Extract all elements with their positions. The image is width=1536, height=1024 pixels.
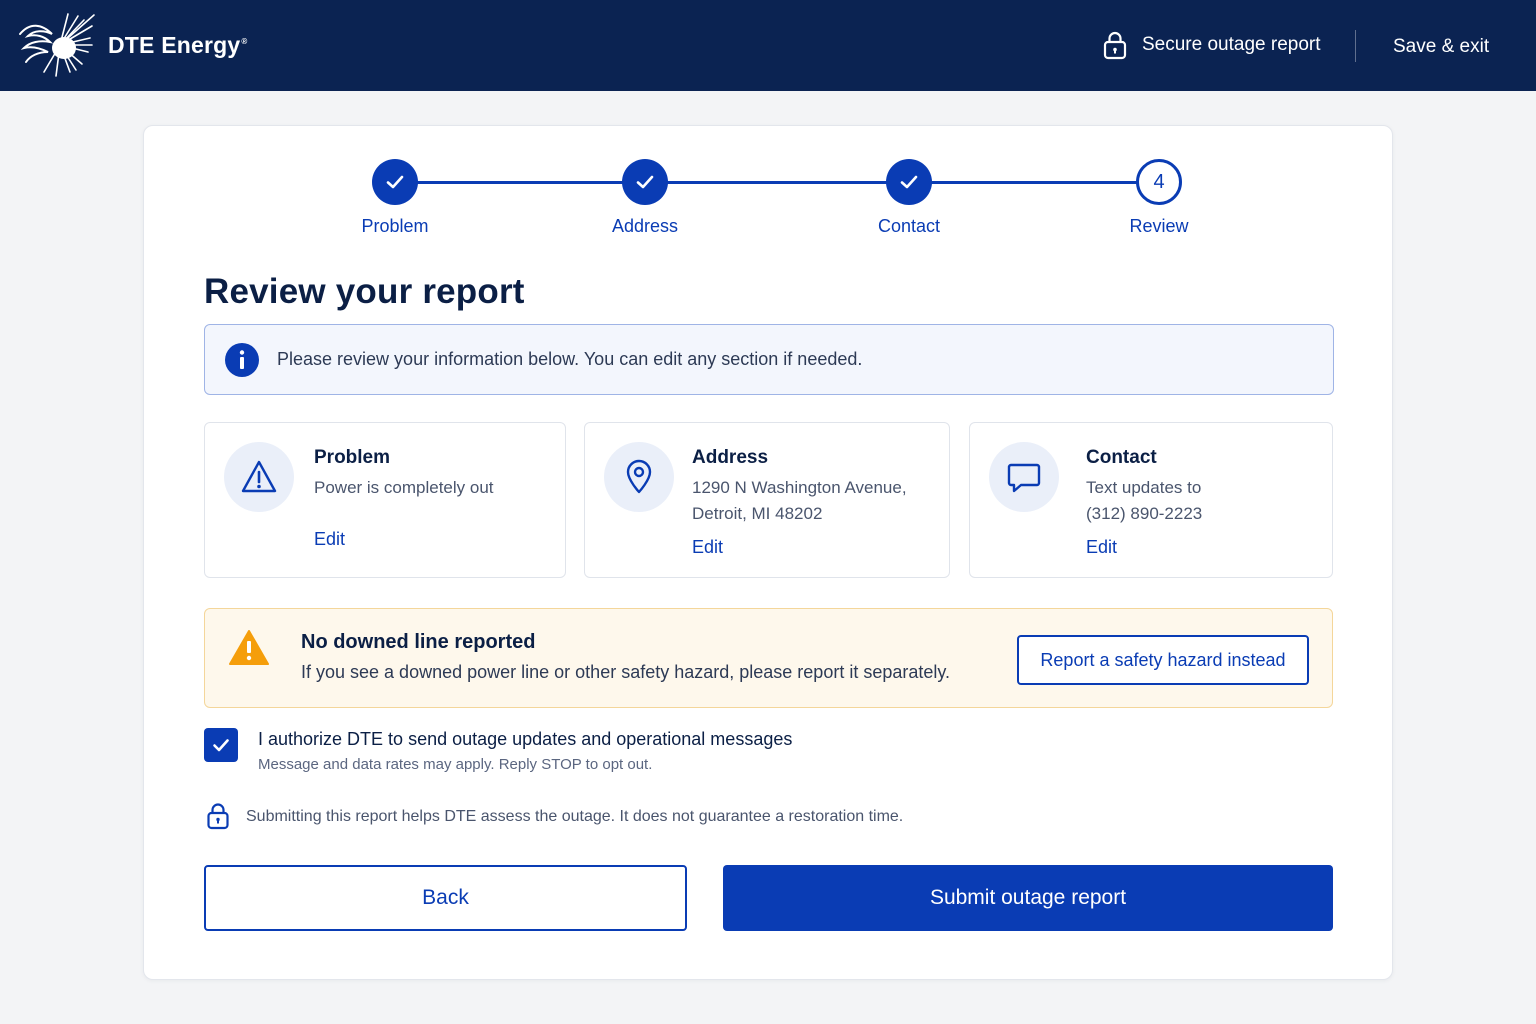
warning-triangle-icon	[241, 460, 277, 493]
tile-icon-badge	[989, 442, 1059, 512]
summary-tile-problem: Problem Power is completely out Edit	[204, 422, 566, 578]
notice-body: If you see a downed power line or other …	[301, 662, 951, 682]
tile-icon-badge	[604, 442, 674, 512]
step-problem-check[interactable]	[372, 159, 418, 205]
disclaimer-text: Submitting this report helps DTE assess …	[246, 808, 904, 825]
info-banner: Please review your information below. Yo…	[204, 324, 1334, 395]
summary-tile-address: Address 1290 N Washington Avenue, Detroi…	[584, 422, 950, 578]
page-title: Review your report	[204, 272, 525, 311]
consent-subtext: Message and data rates may apply. Reply …	[258, 756, 653, 773]
checkmark-icon	[386, 175, 404, 189]
lock-icon	[1103, 31, 1127, 60]
edit-address-link[interactable]: Edit	[692, 537, 723, 558]
step-review-number: 4	[1136, 159, 1182, 205]
step-label-contact[interactable]: Contact	[878, 216, 940, 237]
chat-bubble-icon	[1007, 463, 1041, 493]
step-contact-check[interactable]	[886, 159, 932, 205]
step-connector	[908, 181, 1158, 184]
step-label-problem[interactable]: Problem	[361, 216, 428, 237]
tile-value: 1290 N Washington Avenue, Detroit, MI 48…	[692, 478, 907, 523]
downed-line-notice: No downed line reported If you see a dow…	[204, 608, 1333, 708]
tile-title: Contact	[1086, 447, 1157, 468]
top-navigation-bar: DTE Energy® Secure outage report Save & …	[0, 0, 1536, 91]
step-label-review: Review	[1129, 216, 1189, 236]
checkmark-icon	[636, 175, 654, 189]
tile-title: Address	[692, 447, 769, 468]
checkmark-icon	[213, 739, 229, 752]
step-label-address[interactable]: Address	[612, 216, 678, 237]
secure-report-indicator: Secure outage report	[1102, 30, 1321, 60]
consent-checkbox[interactable]	[204, 728, 238, 762]
consent-label[interactable]: I authorize DTE to send outage updates a…	[258, 729, 792, 750]
warning-icon	[229, 630, 269, 665]
edit-contact-link[interactable]: Edit	[1086, 537, 1117, 558]
map-pin-icon	[626, 459, 652, 494]
lock-icon	[207, 803, 229, 830]
notice-title: No downed line reported	[301, 631, 536, 653]
summary-tile-contact: Contact Text updates to (312) 890-2223 E…	[969, 422, 1333, 578]
submit-outage-report-button[interactable]: Submit outage report	[723, 865, 1333, 931]
report-hazard-button[interactable]: Report a safety hazard instead	[1017, 635, 1309, 685]
tile-value: Text updates to (312) 890-2223	[1086, 478, 1203, 523]
dte-logo-icon	[19, 13, 95, 77]
info-icon	[225, 342, 259, 377]
tile-value: Power is completely out	[314, 478, 494, 497]
checkmark-icon	[900, 175, 918, 189]
brand[interactable]: DTE Energy®	[18, 12, 247, 78]
header-divider	[1355, 30, 1356, 62]
brand-name: DTE Energy®	[108, 31, 248, 58]
review-card: 4 Problem Address Contact Review Review …	[143, 125, 1393, 980]
save-exit-link[interactable]: Save & exit	[1393, 36, 1489, 58]
tile-title: Problem	[314, 447, 391, 468]
back-button[interactable]: Back	[204, 865, 687, 931]
secure-report-label: Secure outage report	[1142, 34, 1321, 55]
tile-icon-badge	[224, 442, 294, 512]
edit-problem-link[interactable]: Edit	[314, 529, 345, 550]
info-text: Please review your information below. Yo…	[277, 349, 863, 369]
step-address-check[interactable]	[622, 159, 668, 205]
